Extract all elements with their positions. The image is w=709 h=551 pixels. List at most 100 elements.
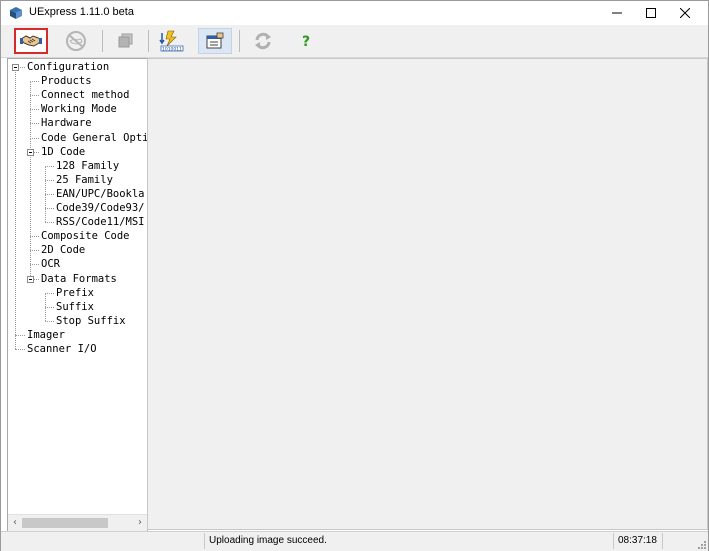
tree-item[interactable]: 1D Code bbox=[41, 145, 85, 159]
tree-item[interactable]: Connect method bbox=[41, 88, 130, 102]
config-tree[interactable]: Configuration Products Connect method Worki… bbox=[8, 59, 147, 515]
tree-connector bbox=[45, 165, 46, 180]
properties-icon bbox=[206, 32, 224, 49]
refresh-icon bbox=[255, 32, 271, 50]
copy-button[interactable] bbox=[108, 28, 142, 54]
maximize-button[interactable] bbox=[634, 1, 668, 25]
tree-item[interactable]: Imager bbox=[27, 328, 65, 342]
scroll-left-icon[interactable]: ‹ bbox=[8, 515, 22, 531]
tree-connector bbox=[45, 165, 54, 167]
tree-connector bbox=[30, 81, 39, 83]
horizontal-scrollbar[interactable]: ‹ › bbox=[8, 514, 147, 531]
tree-item[interactable]: Hardware bbox=[41, 116, 92, 130]
tree-item[interactable]: Code General Opti bbox=[41, 131, 147, 145]
handshake-connect-icon bbox=[20, 35, 42, 47]
tree-connector bbox=[45, 306, 46, 321]
toolbar-separator bbox=[239, 30, 240, 52]
tree-connector bbox=[30, 151, 31, 237]
tree-item[interactable]: Prefix bbox=[56, 286, 94, 300]
lightning-barcode-icon: 1010011 bbox=[159, 30, 184, 52]
tree-item[interactable]: Scanner I/O bbox=[27, 342, 97, 356]
tree-connector bbox=[45, 292, 46, 307]
close-button[interactable] bbox=[668, 1, 702, 25]
connect-button[interactable] bbox=[14, 28, 48, 54]
window-title: UExpress 1.11.0 beta bbox=[29, 6, 134, 18]
config-tree-panel[interactable]: Configuration Products Connect method Worki… bbox=[7, 58, 148, 532]
app-logo-icon bbox=[10, 7, 22, 19]
tree-item[interactable]: Data Formats bbox=[41, 272, 117, 286]
app-window: UExpress 1.11.0 beta 1010011 ? Configura… bbox=[0, 0, 709, 551]
status-divider bbox=[613, 533, 614, 549]
tree-item[interactable]: RSS/Code11/MSI bbox=[56, 215, 145, 229]
properties-button[interactable] bbox=[198, 28, 232, 54]
tree-connector bbox=[45, 193, 46, 208]
toolbar: 1010011 ? bbox=[1, 25, 708, 58]
tree-item[interactable]: Suffix bbox=[56, 300, 94, 314]
tree-item[interactable]: Products bbox=[41, 74, 92, 88]
tree-connector bbox=[30, 81, 31, 96]
svg-text:1010011: 1010011 bbox=[162, 46, 182, 52]
tree-item[interactable]: Configuration bbox=[27, 60, 109, 74]
tree-connector bbox=[30, 236, 39, 238]
toolbar-separator bbox=[102, 30, 103, 52]
status-message: Uploading image succeed. bbox=[209, 535, 327, 546]
tree-item[interactable]: 25 Family bbox=[56, 173, 113, 187]
tree-item[interactable]: Working Mode bbox=[41, 102, 117, 116]
tree-connector bbox=[30, 109, 39, 111]
status-divider bbox=[662, 533, 663, 549]
tree-connector bbox=[30, 250, 31, 265]
tree-connector bbox=[15, 334, 16, 349]
status-divider bbox=[204, 533, 205, 549]
collapse-toggle-icon[interactable] bbox=[27, 275, 34, 283]
help-button[interactable]: ? bbox=[289, 28, 323, 54]
tree-connector bbox=[30, 109, 31, 124]
tree-connector bbox=[15, 334, 25, 336]
help-icon: ? bbox=[302, 34, 310, 50]
tree-connector bbox=[15, 349, 25, 350]
tree-connector bbox=[30, 95, 31, 110]
tree-connector bbox=[45, 208, 54, 209]
collapse-toggle-icon[interactable] bbox=[27, 148, 34, 156]
tree-item[interactable]: 2D Code bbox=[41, 243, 85, 257]
tree-connector bbox=[30, 236, 31, 251]
maximize-icon bbox=[646, 8, 656, 18]
tree-connector bbox=[45, 179, 46, 194]
tree-connector bbox=[30, 137, 39, 139]
tree-connector bbox=[45, 306, 54, 308]
disconnect-icon bbox=[66, 31, 86, 51]
tree-connector bbox=[30, 264, 39, 266]
tree-connector bbox=[15, 67, 16, 335]
tree-connector bbox=[45, 292, 54, 294]
refresh-button[interactable] bbox=[246, 28, 280, 54]
svg-text:?: ? bbox=[302, 34, 310, 50]
toolbar-separator bbox=[148, 30, 149, 52]
tree-connector bbox=[45, 179, 54, 181]
close-icon bbox=[680, 8, 690, 18]
status-bar: Uploading image succeed. 08:37:18 bbox=[1, 531, 708, 551]
tree-connector bbox=[30, 250, 39, 252]
tree-item[interactable]: Stop Suffix bbox=[56, 314, 126, 328]
tree-connector bbox=[45, 208, 46, 223]
title-bar[interactable]: UExpress 1.11.0 beta bbox=[1, 1, 708, 25]
tree-item[interactable]: Code39/Code93/ bbox=[56, 201, 145, 215]
tree-connector bbox=[45, 320, 54, 322]
collapse-toggle-icon[interactable] bbox=[12, 64, 19, 71]
minimize-button[interactable] bbox=[600, 1, 634, 25]
tree-item[interactable]: OCR bbox=[41, 257, 60, 271]
tree-connector bbox=[45, 193, 54, 195]
copy-icon bbox=[118, 33, 133, 48]
scroll-right-icon[interactable]: › bbox=[133, 515, 147, 531]
disconnect-button[interactable] bbox=[59, 28, 93, 54]
tree-item[interactable]: Composite Code bbox=[41, 229, 130, 243]
minimize-icon bbox=[612, 12, 622, 14]
status-time: 08:37:18 bbox=[618, 535, 657, 546]
tree-item[interactable]: EAN/UPC/Bookla bbox=[56, 187, 145, 201]
resize-grip-icon[interactable] bbox=[696, 539, 706, 549]
content-area bbox=[147, 58, 708, 530]
tree-connector bbox=[30, 123, 39, 125]
tree-connector bbox=[30, 95, 39, 97]
tree-connector bbox=[45, 222, 54, 224]
scrollbar-thumb[interactable] bbox=[22, 518, 108, 528]
tree-item[interactable]: 128 Family bbox=[56, 159, 119, 173]
upgrade-button[interactable]: 1010011 bbox=[155, 28, 189, 54]
